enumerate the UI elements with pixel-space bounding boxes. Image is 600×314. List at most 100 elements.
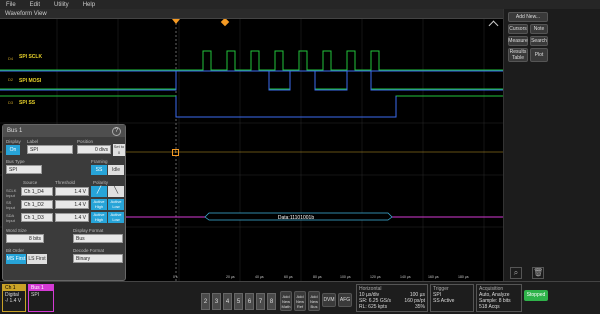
mosi-waveform-blue <box>0 70 503 91</box>
plot-button[interactable]: Plot <box>530 48 548 62</box>
channel-5-button[interactable]: 5 <box>234 293 243 310</box>
add-new-ref-button[interactable]: Add New Ref <box>294 291 306 311</box>
horizontal-value: RL: 625 kpts <box>359 304 388 310</box>
ss-input-label: SS Input <box>6 200 15 210</box>
add-new-bus-button[interactable]: Add New Bus <box>308 291 320 311</box>
ss-active-low-button[interactable]: Active Low <box>108 199 124 210</box>
framing-label: Framing <box>91 159 108 164</box>
bus-config-dialog: Bus 1? Display On Label SPI Position 0 d… <box>2 124 126 281</box>
channel-3-button[interactable]: 3 <box>212 293 221 310</box>
ch1-badge[interactable]: Ch 1 Digital -/ 1.4 V <box>2 284 26 312</box>
ss-waveform-green <box>0 95 503 118</box>
tick-label: 40 µs <box>255 275 264 279</box>
tag-d4: D4 <box>8 56 14 61</box>
horizontal-badge[interactable]: Horizontal 10 µs/div 100 µs SR: 6.25 GS/s… <box>356 284 428 312</box>
results-table-button[interactable]: Results Table <box>508 48 528 62</box>
right-panel: Add New... Cursors Note Measure Search R… <box>503 9 600 281</box>
ss-source-select[interactable]: Ch 1_D2 <box>21 200 53 209</box>
label-spi-ss: SPI SS <box>19 100 36 106</box>
set-to-zero-button[interactable]: Set to 0 <box>113 144 125 156</box>
tick-label: 60 µs <box>284 275 293 279</box>
help-icon[interactable]: ? <box>112 126 121 136</box>
dialog-header: Bus 1? <box>3 125 125 137</box>
trigger-level-marker[interactable]: T <box>172 149 179 156</box>
menu-bar: File Edit Utility Help <box>0 0 600 9</box>
decode-format-select[interactable]: Binary <box>73 254 123 263</box>
falling-edge-icon[interactable]: ╲ <box>108 186 124 197</box>
ch1-line: -/ 1.4 V <box>5 298 22 304</box>
label-spi-mosi: SPI MOSI <box>19 78 42 84</box>
sclk-input-label: SCLK Input <box>6 188 17 198</box>
channel-2-button[interactable]: 2 <box>201 293 210 310</box>
polarity-label: Polarity <box>93 180 109 185</box>
horizontal-value: 35% <box>414 304 425 310</box>
sclk-waveform <box>0 50 503 71</box>
acquisition-badge[interactable]: Acquisition Auto, Analyze Sample: 8 bits… <box>476 284 522 312</box>
sda-active-low-button[interactable]: Active Low <box>108 212 124 223</box>
tick-label: 160 µs <box>428 275 439 279</box>
bus1-badge[interactable]: Bus 1 SPI <box>28 284 54 312</box>
sda-active-high-button[interactable]: Active High <box>91 212 107 223</box>
bus-type-select[interactable]: SPI <box>6 165 42 174</box>
note-button[interactable]: Note <box>530 24 548 34</box>
framing-idle-button[interactable]: Idle <box>108 165 124 175</box>
dialog-title: Bus 1 <box>7 128 23 134</box>
menu-help[interactable]: Help <box>83 2 95 8</box>
channel-8-button[interactable]: 8 <box>267 293 276 310</box>
tick-label: 100 µs <box>340 275 351 279</box>
bit-order-label: Bit Order <box>6 248 25 253</box>
threshold-label: Threshold <box>55 180 76 185</box>
menu-edit[interactable]: Edit <box>30 2 40 8</box>
ms-first-button[interactable]: MS First <box>6 254 26 264</box>
mosi-waveform-green <box>0 70 503 90</box>
menu-utility[interactable]: Utility <box>54 2 69 8</box>
cursors-button[interactable]: Cursors <box>508 24 528 34</box>
framing-ss-button[interactable]: SS <box>91 165 107 175</box>
bottom-bar: Ch 1 Digital -/ 1.4 V Bus 1 SPI 2 3 4 5 … <box>0 281 600 314</box>
ss-active-high-button[interactable]: Active High <box>91 199 107 210</box>
tag-d3: D3 <box>8 100 14 105</box>
search-button[interactable]: Search <box>530 36 548 46</box>
sda-input-label: SDA Input <box>6 213 15 223</box>
dvm-button[interactable]: DVM <box>322 293 336 307</box>
tick-label: 120 µs <box>370 275 381 279</box>
label-field-label: Label <box>27 139 39 144</box>
ss-threshold-input[interactable]: 1.4 V <box>55 200 89 209</box>
zoom-icon[interactable]: ⌕ <box>510 267 522 279</box>
ch1-title: Ch 1 <box>3 285 25 291</box>
horizontal-row: RL: 625 kpts 35% <box>359 304 425 310</box>
measure-button[interactable]: Measure <box>508 36 528 46</box>
rising-edge-icon[interactable]: ╱ <box>91 186 107 197</box>
acquisition-line: 518 Acqs <box>479 304 500 310</box>
trash-icon[interactable]: 🗑 <box>532 267 544 279</box>
position-input[interactable]: 0 divs <box>77 145 111 154</box>
ls-first-button[interactable]: LS First <box>27 254 47 264</box>
sclk-source-select[interactable]: Ch 1_D4 <box>21 187 53 196</box>
source-label: Source <box>23 180 38 185</box>
bus-type-label: Bus Type <box>6 159 25 164</box>
sda-source-select[interactable]: Ch 1_D3 <box>21 213 53 222</box>
add-new-button[interactable]: Add New... <box>508 12 548 22</box>
channel-7-button[interactable]: 7 <box>256 293 265 310</box>
trigger-badge[interactable]: Trigger SPI SS Active <box>430 284 474 312</box>
label-input[interactable]: SPI <box>27 145 73 154</box>
menu-file[interactable]: File <box>6 2 16 8</box>
tick-label: 80 µs <box>313 275 322 279</box>
trigger-line: SS Active <box>433 298 455 304</box>
word-size-input[interactable]: 8 bits <box>6 234 44 243</box>
stopped-button[interactable]: Stopped <box>524 290 548 301</box>
display-format-label: Display Format <box>73 228 104 233</box>
tick-label: 20 µs <box>226 275 235 279</box>
channel-6-button[interactable]: 6 <box>245 293 254 310</box>
add-new-math-button[interactable]: Add New Math <box>280 291 292 311</box>
channel-4-button[interactable]: 4 <box>223 293 232 310</box>
trigger-position-marker[interactable] <box>172 19 180 24</box>
sclk-threshold-input[interactable]: 1.4 V <box>55 187 89 196</box>
ss-waveform-blue <box>175 96 397 118</box>
afg-button[interactable]: AFG <box>338 293 352 307</box>
sda-threshold-input[interactable]: 1.4 V <box>55 213 89 222</box>
display-format-select[interactable]: Bus <box>73 234 123 243</box>
display-toggle[interactable]: On <box>6 145 20 155</box>
waveform-view-title: Waveform View <box>0 9 503 19</box>
bus1-title: Bus 1 <box>29 285 53 291</box>
